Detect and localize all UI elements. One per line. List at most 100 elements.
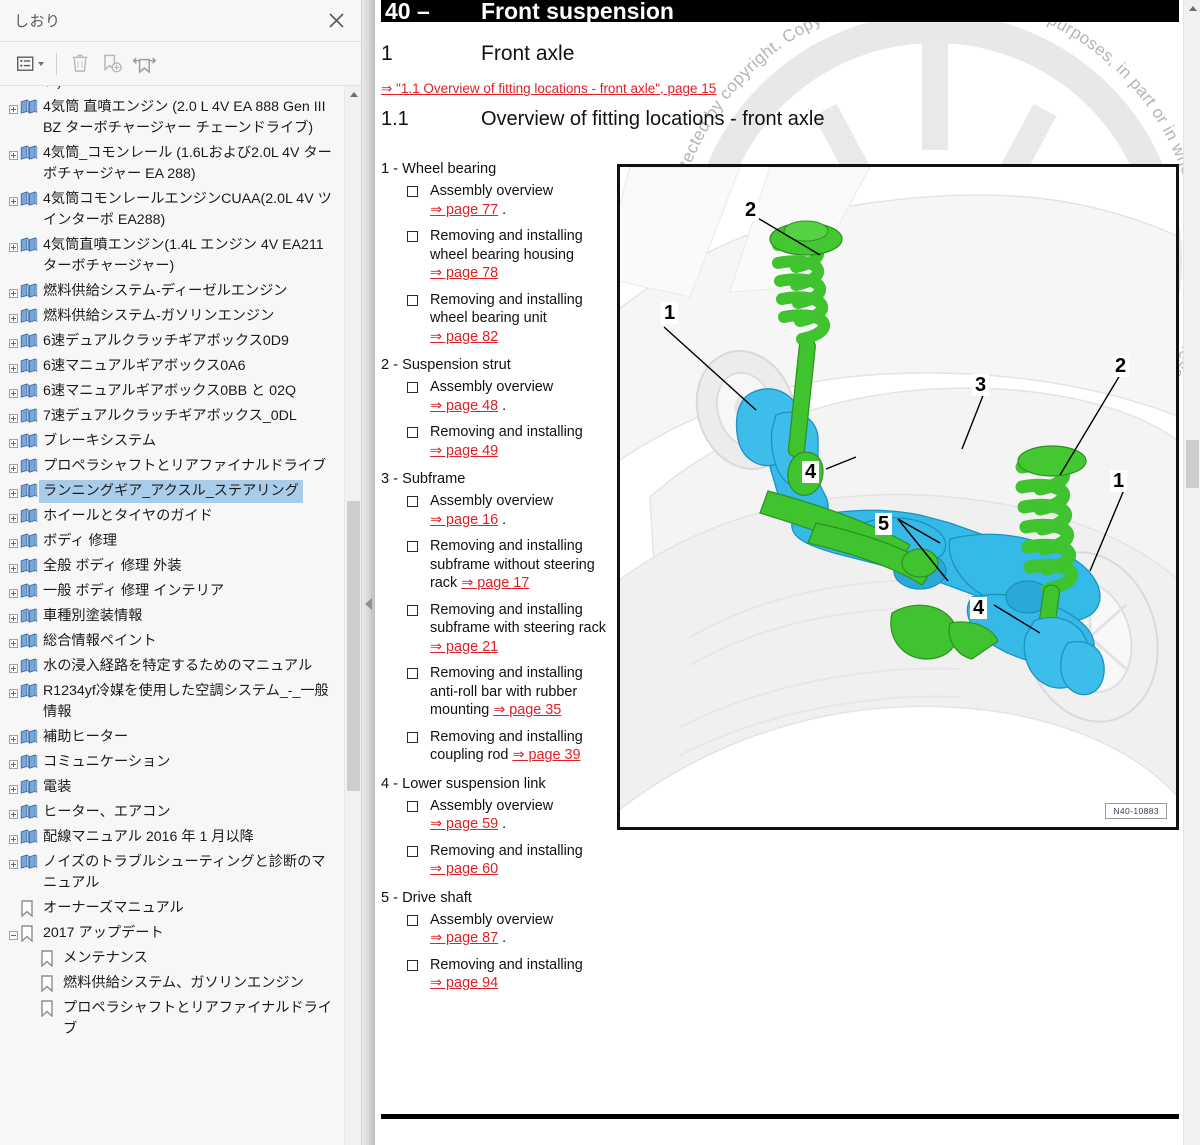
expand-toggle-icon[interactable] [6, 755, 20, 773]
bookmark-label: 4気筒_コモンレール (1.6Lおよび2.0L 4V ターボチャージャー EA … [43, 145, 332, 182]
bookmark-label: ヒーター、エアコン [43, 804, 171, 820]
expand-toggle-icon[interactable] [6, 334, 20, 352]
bookmark-row-selected[interactable]: ランニングギア_アクスル_ステアリング [0, 479, 345, 504]
expand-toggle-icon[interactable] [6, 384, 20, 402]
bookmark-row-partial[interactable]: ブ) [0, 86, 345, 95]
expand-toggle-icon[interactable] [6, 634, 20, 652]
sidebar-scroll-up-button[interactable] [345, 86, 361, 103]
bookmark-row[interactable]: 燃料供給システム-ガソリンエンジン [0, 304, 345, 329]
bookmark-row[interactable]: プロペラシャフトとリアファイナルドライブ [0, 996, 345, 1042]
page-link[interactable]: ⇒ page 21 [430, 639, 498, 655]
expand-toggle-icon[interactable] [6, 559, 20, 577]
expand-toggle-icon[interactable] [6, 730, 20, 748]
bookmark-row[interactable]: 水の浸入経路を特定するためのマニュアル [0, 654, 345, 679]
expand-toggle-icon[interactable] [6, 359, 20, 377]
bookmark-label: オーナーズマニュアル [43, 900, 184, 916]
expand-toggle-icon[interactable] [6, 830, 20, 848]
bookmark-row[interactable]: 6速マニュアルギアボックス0BB と 02Q [0, 379, 345, 404]
bookmark-row[interactable]: 燃料供給システム、ガソリンエンジン [0, 971, 345, 996]
sidebar-splitter[interactable] [362, 0, 375, 1145]
collapse-sidebar-handle[interactable] [365, 598, 372, 610]
new-bookmark-button[interactable] [97, 49, 127, 79]
bookmark-row[interactable]: 4気筒コモンレールエンジンCUAA(2.0L 4V ツインターボ EA288) [0, 187, 345, 233]
book-icon [20, 779, 40, 797]
document-scrollbar[interactable] [1183, 0, 1200, 1145]
page-link[interactable]: ⇒ page 16 [430, 512, 498, 528]
close-icon[interactable] [323, 8, 349, 34]
bookmark-row[interactable]: ボディ 修理 [0, 529, 345, 554]
expand-bookmarks-button[interactable] [129, 49, 159, 79]
expand-toggle-icon[interactable] [6, 609, 20, 627]
sidebar-scrollbar-thumb[interactable] [347, 501, 360, 791]
bookmark-row[interactable]: 4気筒直噴エンジン(1.4L エンジン 4V EA211 ターボチャージャー) [0, 233, 345, 279]
bookmark-tree-scroll-area[interactable]: ブ) 4気筒 直噴エンジン (2.0 L 4V EA 888 Gen III BZ… [0, 86, 361, 1145]
page-link[interactable]: ⇒ page 48 [430, 398, 498, 414]
bookmark-row[interactable]: 電装 [0, 775, 345, 800]
expand-toggle-icon[interactable] [6, 805, 20, 823]
document-scroll-up-button[interactable] [1184, 0, 1200, 17]
page-link[interactable]: ⇒ page 94 [430, 975, 498, 991]
document-scrollbar-thumb[interactable] [1186, 440, 1199, 488]
page-link[interactable]: ⇒ page 35 [493, 702, 561, 718]
expand-toggle-icon[interactable] [6, 192, 20, 210]
bookmark-options-button[interactable] [12, 49, 48, 79]
bookmark-row[interactable]: 補助ヒーター [0, 725, 345, 750]
sidebar-scrollbar[interactable] [344, 86, 361, 1145]
expand-toggle-icon[interactable] [6, 659, 20, 677]
page-link[interactable]: ⇒ page 82 [430, 329, 498, 345]
bookmark-label: R1234yf冷媒を使用した空調システム_-_一般情報 [43, 683, 329, 720]
page-link[interactable]: ⇒ page 87 [430, 930, 498, 946]
cross-reference-link[interactable]: ⇒ "1.1 Overview of fitting locations - f… [381, 81, 716, 97]
bookmark-row[interactable]: R1234yf冷媒を使用した空調システム_-_一般情報 [0, 679, 345, 725]
bookmark-row[interactable]: 4気筒_コモンレール (1.6Lおよび2.0L 4V ターボチャージャー EA … [0, 141, 345, 187]
legend-item-text: Removing and installing ⇒ page 94 [430, 956, 609, 993]
bookmark-row[interactable]: 6速マニュアルギアボックス0A6 [0, 354, 345, 379]
page-link[interactable]: ⇒ page 77 [430, 202, 498, 218]
bookmark-row[interactable]: ヒーター、エアコン [0, 800, 345, 825]
expand-toggle-icon[interactable] [6, 409, 20, 427]
bookmark-row[interactable]: 総合情報ペイント [0, 629, 345, 654]
bookmark-row[interactable]: 配線マニュアル 2016 年 1 月以降 [0, 825, 345, 850]
expand-toggle-icon[interactable] [6, 238, 20, 256]
bookmark-row[interactable]: コミュニケーション [0, 750, 345, 775]
page-link[interactable]: ⇒ page 60 [430, 861, 498, 877]
expand-toggle-icon[interactable] [6, 434, 20, 452]
expand-toggle-icon[interactable] [6, 146, 20, 164]
delete-bookmark-button[interactable] [65, 49, 95, 79]
expand-toggle-icon[interactable] [6, 100, 20, 118]
expand-toggle-icon[interactable] [6, 284, 20, 302]
expand-toggle-icon[interactable] [6, 584, 20, 602]
bookmark-row[interactable]: ブレーキシステム [0, 429, 345, 454]
document-viewport[interactable]: Protected by copyright. Copying for priv… [375, 0, 1200, 1145]
bookmark-row[interactable]: 一般 ボディ 修理 インテリア [0, 579, 345, 604]
expand-toggle-icon[interactable] [6, 459, 20, 477]
expand-toggle-icon[interactable] [6, 855, 20, 873]
bookmark-row[interactable]: プロペラシャフトとリアファイナルドライブ [0, 454, 345, 479]
expand-toggle-icon[interactable] [6, 509, 20, 527]
bookmark-row[interactable]: 4気筒 直噴エンジン (2.0 L 4V EA 888 Gen III BZ タ… [0, 95, 345, 141]
expand-toggle-icon[interactable] [6, 309, 20, 327]
bookmark-row[interactable]: 燃料供給システム-ディーゼルエンジン [0, 279, 345, 304]
bookmark-row[interactable]: 7速デュアルクラッチギアボックス_0DL [0, 404, 345, 429]
page-link[interactable]: ⇒ page 39 [512, 747, 580, 763]
bookmark-row[interactable]: 車種別塗装情報 [0, 604, 345, 629]
expand-toggle-icon[interactable] [6, 780, 20, 798]
bookmark-row[interactable]: メンテナンス [0, 946, 345, 971]
page-link[interactable]: ⇒ page 59 [430, 816, 498, 832]
expand-toggle-icon[interactable] [6, 684, 20, 702]
page-link[interactable]: ⇒ page 49 [430, 443, 498, 459]
bookmark-row[interactable]: ホイールとタイヤのガイド [0, 504, 345, 529]
expand-toggle-icon[interactable] [6, 534, 20, 552]
page-link[interactable]: ⇒ page 17 [461, 575, 529, 591]
collapse-toggle-icon[interactable] [6, 926, 20, 944]
bookmark-label: 4気筒直噴エンジン(1.4L エンジン 4V EA211 ターボチャージャー) [43, 237, 324, 274]
legend-item-label: Assembly overview [430, 797, 554, 814]
bookmark-row[interactable]: 全般 ボディ 修理 外装 [0, 554, 345, 579]
bookmark-row[interactable]: 6速デュアルクラッチギアボックス0D9 [0, 329, 345, 354]
legend-item-label: Removing and installing [430, 956, 583, 973]
page-link[interactable]: ⇒ page 78 [430, 265, 498, 281]
bookmark-row[interactable]: ノイズのトラブルシューティングと診断のマニュアル [0, 850, 345, 896]
bookmark-row[interactable]: 2017 アップデート [0, 921, 345, 946]
bookmark-row[interactable]: オーナーズマニュアル [0, 896, 345, 921]
expand-toggle-icon[interactable] [6, 484, 20, 502]
